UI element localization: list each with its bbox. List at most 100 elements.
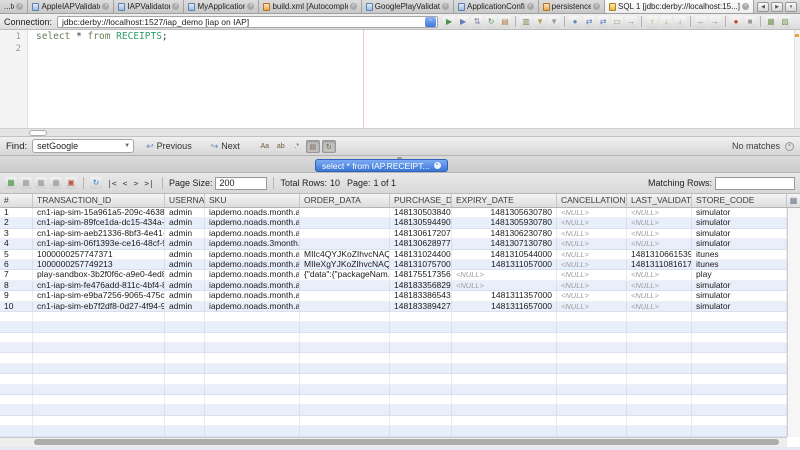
- find-dropdown-icon[interactable]: ▼: [124, 143, 133, 149]
- table-cell[interactable]: 1481311081617: [627, 260, 692, 269]
- tab-close-icon[interactable]: ×: [527, 3, 534, 10]
- column-header-last-validated[interactable]: LAST_VALIDATED: [627, 194, 692, 207]
- editor-tab-1[interactable]: AppleIAPValidator.java×: [28, 0, 114, 13]
- table-cell[interactable]: [300, 302, 390, 311]
- maximize-window-button[interactable]: ▾: [785, 2, 797, 12]
- table-cell[interactable]: 1000000257749213: [33, 260, 165, 269]
- swap-forward-icon[interactable]: ⇄: [597, 16, 609, 28]
- insert-record-icon[interactable]: ▦: [5, 177, 17, 189]
- table-cell[interactable]: MIIc4QYJKoZIhvcNAQc...: [300, 250, 390, 259]
- table-cell[interactable]: [300, 208, 390, 217]
- table-cell[interactable]: 1: [0, 208, 33, 217]
- column-header-order-data[interactable]: ORDER_DATA: [300, 194, 390, 207]
- wrap-search-toggle[interactable]: ↻: [322, 140, 336, 153]
- tab-close-icon[interactable]: ×: [742, 3, 749, 10]
- table-cell[interactable]: play: [692, 270, 787, 279]
- table-cell[interactable]: admin: [165, 260, 205, 269]
- table-cell[interactable]: 1481833865437: [390, 291, 452, 300]
- table-cell[interactable]: <NULL>: [557, 218, 627, 227]
- comment-icon[interactable]: ▦: [765, 16, 777, 28]
- tab-close-icon[interactable]: ×: [16, 3, 23, 10]
- editor-tab-4[interactable]: build.xml [AutocompleteTest]×: [259, 0, 361, 13]
- run-sql-icon[interactable]: ▶: [443, 16, 455, 28]
- jump-forward-icon[interactable]: ↓: [660, 16, 672, 28]
- table-cell[interactable]: <NULL>: [627, 239, 692, 248]
- column-header--[interactable]: #: [0, 194, 33, 207]
- scroll-tabs-left-button[interactable]: ◀: [757, 2, 769, 12]
- combo-arrow-icon[interactable]: ⌃⌄: [425, 17, 436, 27]
- table-cell[interactable]: 5: [0, 250, 33, 259]
- cancel-edits-icon[interactable]: ▦: [50, 177, 62, 189]
- table-cell[interactable]: 1481310544000: [452, 250, 557, 259]
- table-cell[interactable]: <NULL>: [452, 281, 557, 290]
- find-close-icon[interactable]: ×: [785, 142, 794, 151]
- editor-tab-2[interactable]: IAPValidator.java×: [114, 0, 184, 13]
- tab-close-icon[interactable]: ×: [172, 3, 179, 10]
- table-cell[interactable]: <NULL>: [627, 218, 692, 227]
- table-cell[interactable]: itunes: [692, 250, 787, 259]
- column-header-expiry-date[interactable]: EXPIRY_DATE: [452, 194, 557, 207]
- table-cell[interactable]: 1481310661539: [627, 250, 692, 259]
- table-cell[interactable]: <NULL>: [627, 229, 692, 238]
- shift-left-icon[interactable]: ←: [695, 16, 707, 28]
- stop-macro-icon[interactable]: ■: [744, 16, 756, 28]
- last-edit-icon[interactable]: ↓: [674, 16, 686, 28]
- editor-tab-8[interactable]: SQL 1 [jdbc:derby://localhost:15...]×: [605, 0, 754, 13]
- table-cell[interactable]: admin: [165, 270, 205, 279]
- table-cell[interactable]: cn1-iap-sim-06f1393e-ce16-48cf-91...: [33, 239, 165, 248]
- table-cell[interactable]: iapdemo.noads.month.auto: [205, 260, 300, 269]
- table-cell[interactable]: 1481305930780: [452, 218, 557, 227]
- table-cell[interactable]: 1481305038406: [390, 208, 452, 217]
- editor-tab-5[interactable]: GooglePlayValidator.java×: [362, 0, 454, 13]
- result-set-tab[interactable]: select * from IAP.RECEIPT... ×: [315, 159, 448, 172]
- uncomment-icon[interactable]: ▨: [779, 16, 791, 28]
- sql-code-line[interactable]: select * from RECEIPTS;: [36, 31, 168, 43]
- table-cell[interactable]: simulator: [692, 281, 787, 290]
- table-row[interactable]: 1cn1-iap-sim-15a961a5-209c-4638-9...admi…: [0, 208, 787, 218]
- find-next-button[interactable]: ↪ Next: [204, 141, 247, 152]
- table-cell[interactable]: iapdemo.noads.month.auto: [205, 229, 300, 238]
- table-cell[interactable]: <NULL>: [452, 270, 557, 279]
- run-statement-icon[interactable]: ▶: [457, 16, 469, 28]
- table-cell[interactable]: [300, 291, 390, 300]
- table-cell[interactable]: [300, 229, 390, 238]
- first-page-button[interactable]: |<: [105, 179, 119, 188]
- editor-tab-7[interactable]: persistence.xml×: [539, 0, 605, 13]
- table-cell[interactable]: simulator: [692, 208, 787, 217]
- table-cell[interactable]: 1481833894272: [390, 302, 452, 311]
- table-cell[interactable]: 1481305944906: [390, 218, 452, 227]
- table-cell[interactable]: 1481311357000: [452, 291, 557, 300]
- table-cell[interactable]: itunes: [692, 260, 787, 269]
- tab-close-icon[interactable]: ×: [593, 3, 600, 10]
- table-row[interactable]: 9cn1-iap-sim-e9ba7256-9065-475c-9...admi…: [0, 291, 787, 301]
- table-cell[interactable]: <NULL>: [557, 260, 627, 269]
- table-cell[interactable]: admin: [165, 218, 205, 227]
- column-header-sku[interactable]: SKU: [205, 194, 300, 207]
- table-cell[interactable]: <NULL>: [627, 281, 692, 290]
- result-tab-close-icon[interactable]: ×: [434, 162, 441, 169]
- table-cell[interactable]: 1481755173567: [390, 270, 452, 279]
- table-cell[interactable]: admin: [165, 208, 205, 217]
- tab-close-icon[interactable]: ×: [247, 3, 254, 10]
- sql-history-icon[interactable]: ⇅: [471, 16, 483, 28]
- table-cell[interactable]: [300, 281, 390, 290]
- error-stripe[interactable]: [794, 30, 800, 128]
- table-cell[interactable]: cn1-iap-sim-eb7f2df8-0d27-4f94-95...: [33, 302, 165, 311]
- editor-tab-3[interactable]: MyApplication.java×: [184, 0, 259, 13]
- connection-combobox[interactable]: jdbc:derby://localhost:1527/iap_demo [ia…: [57, 16, 438, 28]
- table-cell[interactable]: <NULL>: [627, 291, 692, 300]
- table-cell[interactable]: <NULL>: [557, 291, 627, 300]
- table-cell[interactable]: 1481306172077: [390, 229, 452, 238]
- new-file-icon[interactable]: ▤: [499, 16, 511, 28]
- swap-back-icon[interactable]: ⇄: [583, 16, 595, 28]
- table-cell[interactable]: iapdemo.noads.month.auto: [205, 250, 300, 259]
- open-file-icon[interactable]: ▥: [520, 16, 532, 28]
- page-size-input[interactable]: 200: [215, 177, 267, 190]
- table-cell[interactable]: cn1-iap-sim-fe476add-811c-4bf4-84...: [33, 281, 165, 290]
- tab-close-icon[interactable]: ×: [350, 3, 357, 10]
- last-page-button[interactable]: >|: [142, 179, 156, 188]
- table-row[interactable]: 51000000257747371adminiapdemo.noads.mont…: [0, 250, 787, 260]
- find-input[interactable]: setGoogle ▼: [32, 139, 134, 153]
- table-cell[interactable]: 1481833568291: [390, 281, 452, 290]
- table-settings-icon[interactable]: ▦: [787, 194, 800, 207]
